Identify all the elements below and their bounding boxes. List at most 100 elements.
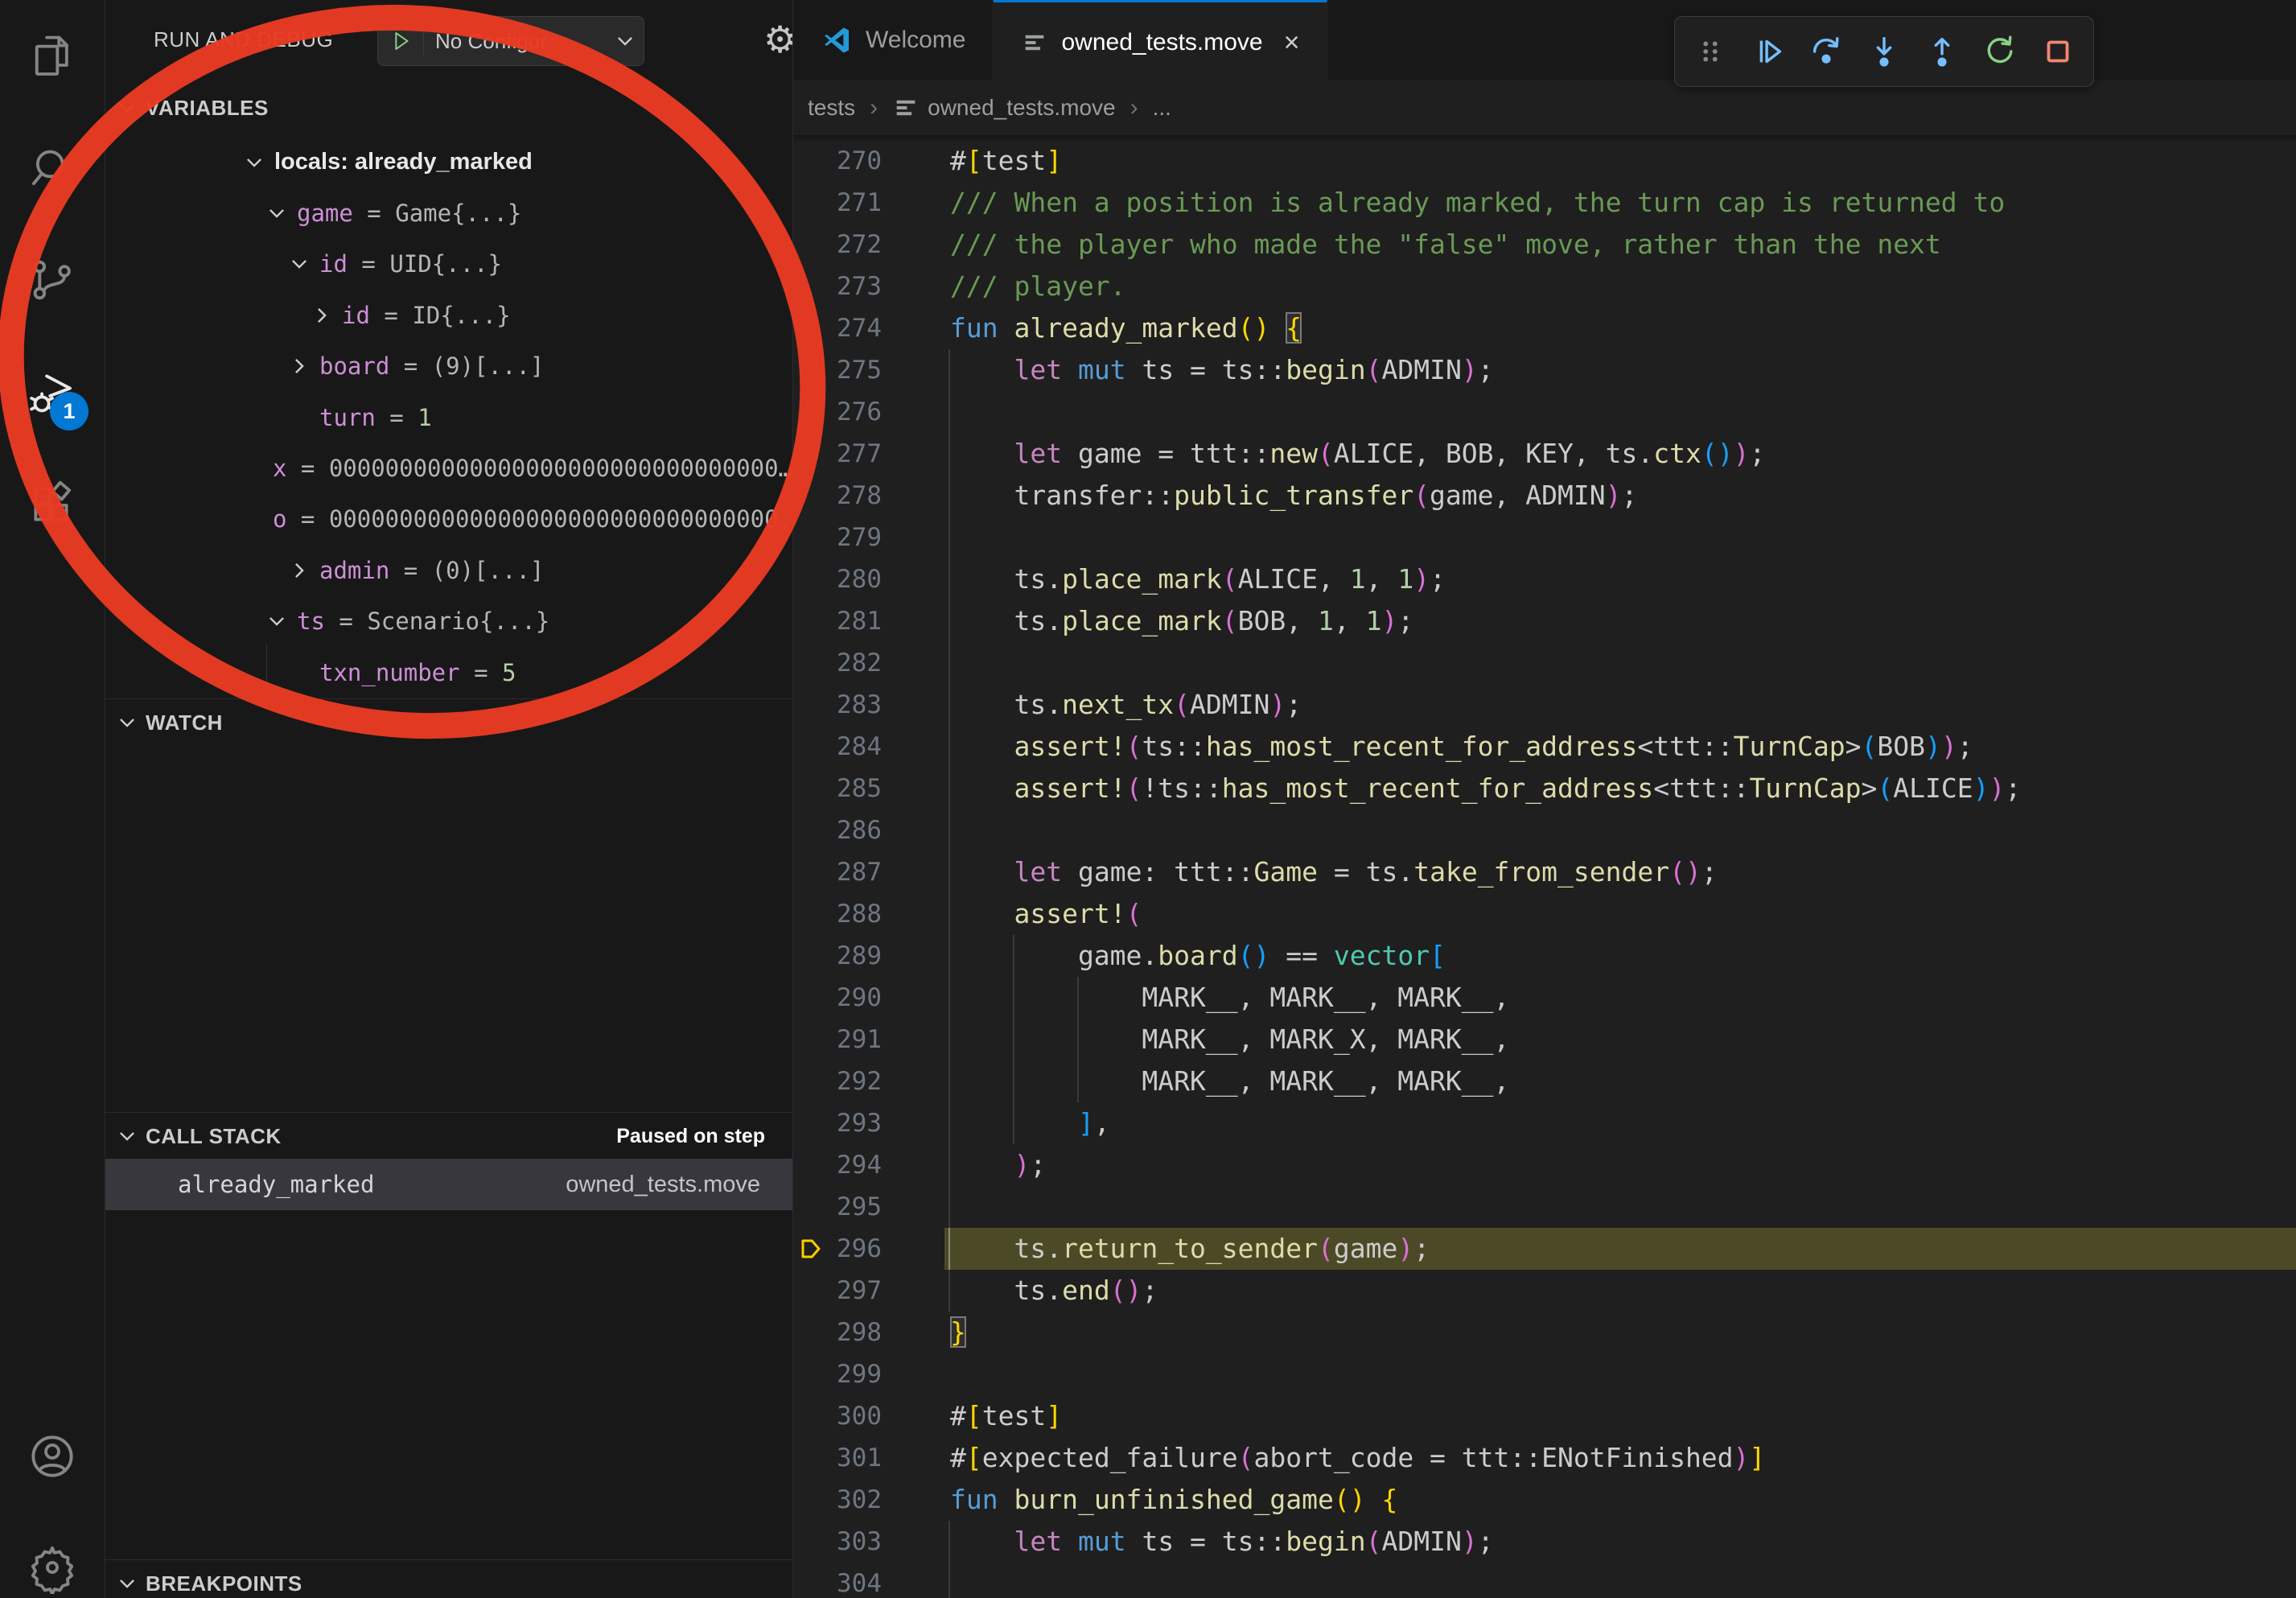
line-number[interactable]: 295 bbox=[793, 1186, 882, 1228]
line-content[interactable]: MARK__, MARK_X, MARK__, bbox=[950, 1019, 1509, 1061]
code-line-291[interactable]: 291 MARK__, MARK_X, MARK__, bbox=[793, 1019, 2296, 1061]
chevron-down-icon[interactable] bbox=[266, 611, 287, 632]
code-line-281[interactable]: 281 ts.place_mark(BOB, 1, 1); bbox=[793, 600, 2296, 642]
line-content[interactable]: fun already_marked() { bbox=[950, 307, 1302, 349]
line-number[interactable]: 294 bbox=[793, 1144, 882, 1186]
line-content[interactable]: ts.end(); bbox=[950, 1270, 1158, 1312]
line-number[interactable]: 276 bbox=[793, 391, 882, 433]
restart-button[interactable] bbox=[1977, 29, 2022, 74]
step-into-button[interactable] bbox=[1862, 29, 1907, 74]
variable-row-x[interactable]: x = 00000000000000000000000000000000… bbox=[105, 443, 792, 493]
code-line-278[interactable]: 278 transfer::public_transfer(game, ADMI… bbox=[793, 475, 2296, 517]
line-number[interactable]: 272 bbox=[793, 224, 882, 266]
code-line-304[interactable]: 304 bbox=[793, 1563, 2296, 1598]
code-line-275[interactable]: 275 let mut ts = ts::begin(ADMIN); bbox=[793, 349, 2296, 391]
code-line-300[interactable]: 300 #[test] bbox=[793, 1395, 2296, 1437]
chevron-right-icon[interactable] bbox=[289, 356, 310, 377]
code-line-293[interactable]: 293 ], bbox=[793, 1102, 2296, 1144]
line-number[interactable]: 274 bbox=[793, 307, 882, 349]
code-line-285[interactable]: 285 assert!(!ts::has_most_recent_for_add… bbox=[793, 768, 2296, 809]
code-line-301[interactable]: 301 #[expected_failure(abort_code = ttt::… bbox=[793, 1437, 2296, 1479]
variable-row-id[interactable]: id = ID{...} bbox=[105, 290, 792, 340]
variable-row-o[interactable]: o = 00000000000000000000000000000000. bbox=[105, 494, 792, 545]
line-number[interactable]: 282 bbox=[793, 642, 882, 684]
variable-row-turn[interactable]: turn = 1 bbox=[105, 392, 792, 443]
chevron-down-icon[interactable] bbox=[244, 152, 265, 173]
variable-row-ts[interactable]: ts = Scenario{...} bbox=[105, 596, 792, 647]
call-stack-frame[interactable]: already_markedowned_tests.move bbox=[105, 1159, 792, 1210]
line-content[interactable]: let mut ts = ts::begin(ADMIN); bbox=[950, 349, 1494, 391]
line-content[interactable]: ); bbox=[950, 1144, 1046, 1186]
code-line-271[interactable]: 271 /// When a position is already marked… bbox=[793, 182, 2296, 224]
code-line-286[interactable]: 286 bbox=[793, 809, 2296, 851]
variable-row-txn_number[interactable]: txn_number = 5 bbox=[105, 647, 792, 698]
chevron-down-icon[interactable] bbox=[266, 203, 287, 224]
line-number[interactable]: 275 bbox=[793, 349, 882, 391]
line-number[interactable]: 292 bbox=[793, 1061, 882, 1102]
activity-account[interactable] bbox=[0, 1412, 105, 1501]
variable-row-admin[interactable]: admin = (0)[...] bbox=[105, 545, 792, 595]
line-number[interactable]: 280 bbox=[793, 558, 882, 600]
line-content[interactable]: /// the player who made the "false" move… bbox=[950, 224, 1941, 266]
line-content[interactable]: MARK__, MARK__, MARK__, bbox=[950, 1061, 1509, 1102]
breadcrumb-item-owned-tests-move[interactable]: owned_tests.move bbox=[892, 94, 1115, 121]
variable-row-game[interactable]: game = Game{...} bbox=[105, 187, 792, 238]
code-line-284[interactable]: 284 assert!(ts::has_most_recent_for_addr… bbox=[793, 726, 2296, 768]
step-over-button[interactable] bbox=[1804, 29, 1849, 74]
line-content[interactable]: /// When a position is already marked, t… bbox=[950, 182, 2005, 224]
chevron-right-icon[interactable] bbox=[289, 560, 310, 581]
continue-button[interactable] bbox=[1746, 29, 1791, 74]
line-number[interactable]: 291 bbox=[793, 1019, 882, 1061]
line-number[interactable]: 273 bbox=[793, 266, 882, 307]
line-content[interactable]: /// player. bbox=[950, 266, 1126, 307]
breadcrumb-item-tests[interactable]: tests bbox=[808, 95, 855, 121]
line-number[interactable]: 279 bbox=[793, 517, 882, 558]
code-line-273[interactable]: 273 /// player. bbox=[793, 266, 2296, 307]
code-line-290[interactable]: 290 MARK__, MARK__, MARK__, bbox=[793, 977, 2296, 1019]
code-line-277[interactable]: 277 let game = ttt::new(ALICE, BOB, KEY,… bbox=[793, 433, 2296, 475]
line-content[interactable]: transfer::public_transfer(game, ADMIN); bbox=[950, 475, 1637, 517]
line-number[interactable]: 303 bbox=[793, 1521, 882, 1563]
line-number[interactable]: 277 bbox=[793, 433, 882, 475]
line-content[interactable]: ts.next_tx(ADMIN); bbox=[950, 684, 1302, 726]
line-number[interactable]: 285 bbox=[793, 768, 882, 809]
code-line-299[interactable]: 299 bbox=[793, 1353, 2296, 1395]
line-content[interactable]: #[test] bbox=[950, 1395, 1062, 1437]
line-number[interactable]: 271 bbox=[793, 182, 882, 224]
line-number[interactable]: 289 bbox=[793, 935, 882, 977]
call-stack-section-header[interactable]: CALL STACK Paused on step bbox=[105, 1114, 792, 1159]
chevron-down-icon[interactable] bbox=[289, 253, 310, 274]
line-content[interactable]: game.board() == vector[ bbox=[950, 935, 1446, 977]
code-line-294[interactable]: 294 ); bbox=[793, 1144, 2296, 1186]
code-line-276[interactable]: 276 bbox=[793, 391, 2296, 433]
variable-row-id[interactable]: id = UID{...} bbox=[105, 239, 792, 290]
chevron-right-icon[interactable] bbox=[311, 305, 332, 326]
line-number[interactable]: 284 bbox=[793, 726, 882, 768]
tab-welcome[interactable]: Welcome bbox=[793, 0, 994, 80]
close-icon[interactable]: × bbox=[1284, 27, 1300, 59]
line-number[interactable]: 301 bbox=[793, 1437, 882, 1479]
line-content[interactable]: #[expected_failure(abort_code = ttt::ENo… bbox=[950, 1437, 1765, 1479]
code-line-298[interactable]: 298} bbox=[793, 1312, 2296, 1353]
code-line-289[interactable]: 289 game.board() == vector[ bbox=[793, 935, 2296, 977]
code-line-270[interactable]: 270#[test] bbox=[793, 140, 2296, 182]
line-content[interactable]: ts.place_mark(ALICE, 1, 1); bbox=[950, 558, 1446, 600]
line-content[interactable]: let mut ts = ts::begin(ADMIN); bbox=[950, 1521, 1494, 1563]
activity-run-and-debug[interactable] bbox=[0, 350, 105, 439]
line-number[interactable]: 290 bbox=[793, 977, 882, 1019]
activity-search[interactable] bbox=[0, 125, 105, 213]
line-number[interactable]: 278 bbox=[793, 475, 882, 517]
activity-source-control[interactable] bbox=[0, 236, 105, 324]
line-number[interactable]: 300 bbox=[793, 1395, 882, 1437]
line-number[interactable]: 299 bbox=[793, 1353, 882, 1395]
line-content[interactable]: assert!(!ts::has_most_recent_for_address… bbox=[950, 768, 2021, 809]
line-number[interactable]: 293 bbox=[793, 1102, 882, 1144]
play-icon[interactable] bbox=[378, 27, 424, 55]
breakpoints-section-header[interactable]: BREAKPOINTS bbox=[105, 1561, 792, 1598]
line-number[interactable]: 302 bbox=[793, 1479, 882, 1521]
code-line-283[interactable]: 283 ts.next_tx(ADMIN); bbox=[793, 684, 2296, 726]
activity-extensions[interactable] bbox=[0, 461, 105, 550]
line-number[interactable]: 288 bbox=[793, 893, 882, 935]
code-line-280[interactable]: 280 ts.place_mark(ALICE, 1, 1); bbox=[793, 558, 2296, 600]
code-line-287[interactable]: 287 let game: ttt::Game = ts.take_from_s… bbox=[793, 851, 2296, 893]
